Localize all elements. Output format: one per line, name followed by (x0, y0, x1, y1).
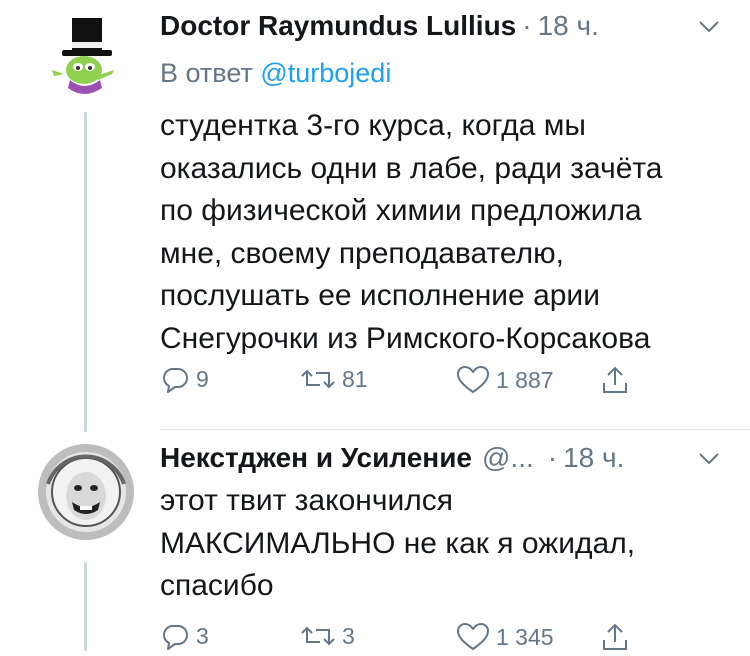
tweet-1[interactable]: Doctor Raymundus Lullius · 18 ч. В ответ… (0, 0, 750, 432)
share-icon (603, 366, 627, 393)
tweet-body: этот твит закончился МАКСИМАЛЬНО не как … (160, 480, 730, 608)
tweet-body-line: по физической химии предложила (160, 194, 642, 227)
tweet-body-line: Снегурочки из Римского-Корсакова (160, 321, 651, 355)
user-handle[interactable]: @... (482, 442, 534, 474)
tweet-body-line: мне, своему преподавателю, (160, 236, 564, 270)
avatar[interactable] (38, 444, 134, 540)
tweet-body-line: студентка 3-го курса, когда мы (160, 109, 586, 142)
tweet-body-line: этот твит закончился (160, 484, 453, 517)
retweet-count: 3 (342, 622, 355, 649)
timestamp[interactable]: 18 ч. (563, 442, 624, 474)
tweet-body-line: МАКСИМАЛЬНО не как я ожидал, (160, 526, 636, 560)
chevron-down-icon[interactable] (698, 20, 720, 34)
tweet-body-line: оказались одни в лабе, ради зачёта (160, 151, 663, 185)
like-count: 1 345 (496, 623, 554, 650)
display-name[interactable]: Некстджен и Усиление (160, 442, 472, 474)
chevron-down-icon[interactable] (698, 452, 720, 466)
top-hat-character-icon (52, 18, 114, 94)
tweet-body: студентка 3-го курса, когда мы оказались… (160, 105, 730, 360)
heart-icon (457, 366, 489, 393)
reply-button[interactable]: 3 (160, 622, 209, 650)
tweet-body-line: послушать ее исполнение арии (160, 279, 600, 312)
reply-context: В ответ @turbojedi (160, 58, 391, 89)
cosmonaut-portrait-icon (38, 444, 134, 540)
share-button[interactable] (600, 622, 630, 652)
timestamp[interactable]: 18 ч. (538, 10, 599, 42)
separator-dot: · (547, 442, 558, 473)
retweet-button[interactable]: 81 (300, 365, 368, 393)
like-button[interactable]: 1 345 (456, 622, 554, 652)
heart-icon (457, 623, 489, 650)
reply-count: 9 (196, 365, 209, 392)
retweet-icon (301, 369, 335, 389)
reply-button[interactable]: 9 (160, 365, 209, 393)
retweet-count: 81 (342, 365, 368, 392)
avatar[interactable] (40, 12, 130, 102)
share-button[interactable] (600, 365, 630, 395)
tweet-body-line: спасибо (160, 569, 274, 602)
like-count: 1 887 (496, 366, 554, 393)
share-icon (603, 623, 627, 650)
reply-icon (163, 625, 188, 650)
tweet-2[interactable]: Некстджен и Усиление @... · 18 ч. этот т… (0, 430, 750, 651)
reply-count: 3 (196, 622, 209, 649)
thread-line (84, 112, 87, 432)
reply-prefix: В ответ (160, 58, 253, 88)
reply-mention-link[interactable]: @turbojedi (260, 58, 391, 88)
reply-icon (163, 368, 188, 393)
separator-dot: · (522, 10, 532, 41)
thread-line (84, 562, 87, 651)
display-name[interactable]: Doctor Raymundus Lullius (160, 10, 516, 42)
like-button[interactable]: 1 887 (456, 365, 554, 395)
retweet-button[interactable]: 3 (300, 622, 355, 650)
retweet-icon (301, 626, 335, 646)
action-bar: 9 81 1 887 (160, 365, 660, 399)
